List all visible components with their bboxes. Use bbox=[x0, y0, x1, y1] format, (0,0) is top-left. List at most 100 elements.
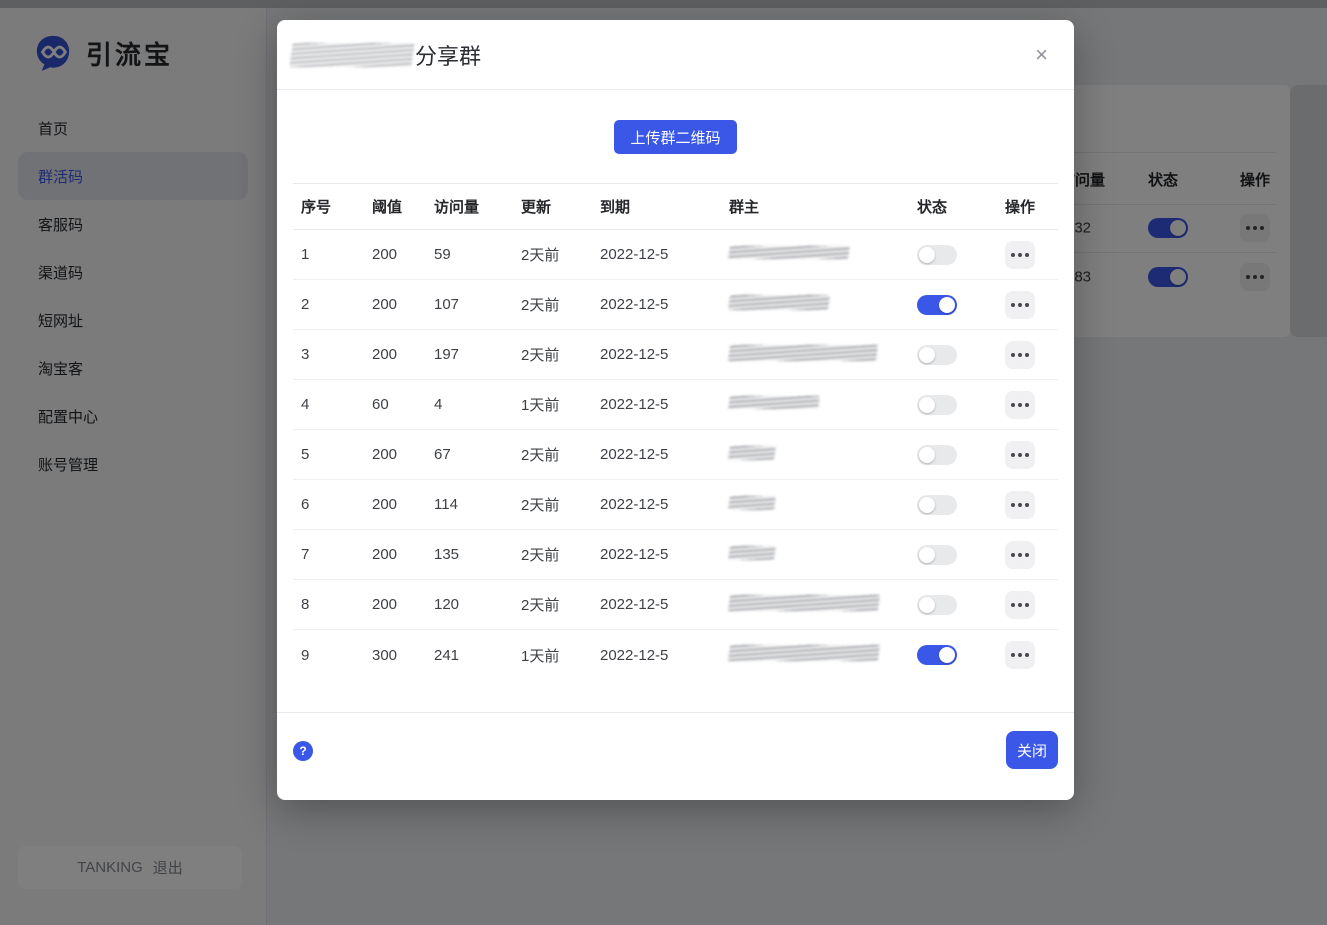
cell-visits: 241 bbox=[418, 647, 505, 664]
toggle-knob bbox=[939, 297, 955, 313]
column-header-7: 操作 bbox=[1005, 196, 1058, 217]
cell-status bbox=[917, 445, 1005, 465]
help-icon[interactable]: ? bbox=[293, 741, 313, 761]
status-toggle[interactable] bbox=[917, 595, 957, 615]
row-actions-button[interactable] bbox=[1005, 541, 1035, 569]
cell-threshold: 200 bbox=[356, 296, 418, 313]
column-header-1: 阈值 bbox=[356, 196, 418, 217]
cell-owner bbox=[713, 295, 917, 314]
dot bbox=[1018, 653, 1022, 657]
dot bbox=[1025, 453, 1029, 457]
cell-expires: 2022-12-5 bbox=[584, 647, 713, 664]
column-header-3: 更新 bbox=[505, 196, 584, 217]
status-toggle[interactable] bbox=[917, 645, 957, 665]
dot bbox=[1011, 503, 1015, 507]
cell-index: 2 bbox=[293, 296, 356, 313]
cell-actions bbox=[1005, 291, 1058, 319]
cell-visits: 67 bbox=[418, 446, 505, 463]
cell-visits: 114 bbox=[418, 496, 505, 513]
cell-status bbox=[917, 545, 1005, 565]
cell-expires: 2022-12-5 bbox=[584, 396, 713, 413]
table-row: 93002411天前2022-12-5 bbox=[293, 630, 1058, 680]
dot bbox=[1018, 503, 1022, 507]
cell-actions bbox=[1005, 391, 1058, 419]
row-actions-button[interactable] bbox=[1005, 491, 1035, 519]
cell-owner bbox=[713, 246, 917, 263]
dot bbox=[1011, 253, 1015, 257]
dot bbox=[1018, 403, 1022, 407]
modal-table-body: 1200592天前2022-12-522001072天前2022-12-5320… bbox=[293, 230, 1058, 680]
cell-visits: 135 bbox=[418, 546, 505, 563]
upload-qrcode-button[interactable]: 上传群二维码 bbox=[614, 120, 736, 154]
redacted-owner-name bbox=[728, 345, 878, 361]
table-row: 1200592天前2022-12-5 bbox=[293, 230, 1058, 280]
redacted-owner-name bbox=[728, 246, 850, 259]
status-toggle[interactable] bbox=[917, 295, 957, 315]
dot bbox=[1025, 253, 1029, 257]
cell-updated: 2天前 bbox=[505, 544, 584, 565]
row-actions-button[interactable] bbox=[1005, 341, 1035, 369]
cell-owner bbox=[713, 446, 917, 464]
dot bbox=[1018, 553, 1022, 557]
row-actions-button[interactable] bbox=[1005, 591, 1035, 619]
status-toggle[interactable] bbox=[917, 445, 957, 465]
cell-updated: 2天前 bbox=[505, 444, 584, 465]
toggle-knob bbox=[919, 247, 935, 263]
cell-expires: 2022-12-5 bbox=[584, 596, 713, 613]
cell-visits: 4 bbox=[418, 396, 505, 413]
cell-expires: 2022-12-5 bbox=[584, 246, 713, 263]
column-header-4: 到期 bbox=[584, 196, 713, 217]
cell-index: 3 bbox=[293, 346, 356, 363]
redacted-owner-name bbox=[728, 446, 776, 460]
status-toggle[interactable] bbox=[917, 395, 957, 415]
status-toggle[interactable] bbox=[917, 545, 957, 565]
status-toggle[interactable] bbox=[917, 495, 957, 515]
cell-status bbox=[917, 645, 1005, 665]
modal-table: 序号阈值访问量更新到期群主状态操作 1200592天前2022-12-52200… bbox=[293, 183, 1058, 680]
cell-status bbox=[917, 245, 1005, 265]
dot bbox=[1018, 303, 1022, 307]
cell-updated: 1天前 bbox=[505, 645, 584, 666]
cell-expires: 2022-12-5 bbox=[584, 446, 713, 463]
dot bbox=[1011, 453, 1015, 457]
dot bbox=[1011, 303, 1015, 307]
dot bbox=[1025, 653, 1029, 657]
cell-owner bbox=[713, 645, 917, 665]
cell-expires: 2022-12-5 bbox=[584, 546, 713, 563]
redacted-owner-name bbox=[728, 546, 776, 560]
status-toggle[interactable] bbox=[917, 345, 957, 365]
column-header-6: 状态 bbox=[917, 196, 1005, 217]
cell-index: 6 bbox=[293, 496, 356, 513]
row-actions-button[interactable] bbox=[1005, 641, 1035, 669]
cell-actions bbox=[1005, 541, 1058, 569]
row-actions-button[interactable] bbox=[1005, 441, 1035, 469]
cell-owner bbox=[713, 396, 917, 413]
close-button[interactable]: 关闭 bbox=[1006, 731, 1058, 769]
cell-actions bbox=[1005, 491, 1058, 519]
cell-expires: 2022-12-5 bbox=[584, 296, 713, 313]
toggle-knob bbox=[919, 497, 935, 513]
share-group-modal: 分享群 × 上传群二维码 序号阈值访问量更新到期群主状态操作 1200592天前… bbox=[277, 20, 1074, 800]
redacted-owner-name bbox=[728, 645, 880, 661]
toggle-knob bbox=[919, 597, 935, 613]
row-actions-button[interactable] bbox=[1005, 291, 1035, 319]
modal-title: 分享群 bbox=[291, 39, 481, 71]
close-icon[interactable]: × bbox=[1029, 42, 1054, 68]
row-actions-button[interactable] bbox=[1005, 391, 1035, 419]
cell-owner bbox=[713, 546, 917, 564]
column-header-0: 序号 bbox=[293, 196, 356, 217]
cell-index: 4 bbox=[293, 396, 356, 413]
cell-actions bbox=[1005, 341, 1058, 369]
cell-updated: 1天前 bbox=[505, 394, 584, 415]
cell-expires: 2022-12-5 bbox=[584, 496, 713, 513]
cell-updated: 2天前 bbox=[505, 594, 584, 615]
modal-title-suffix: 分享群 bbox=[415, 39, 481, 71]
modal-header: 分享群 × bbox=[277, 20, 1074, 90]
dot bbox=[1018, 353, 1022, 357]
redacted-owner-name bbox=[728, 595, 880, 611]
table-row: 46041天前2022-12-5 bbox=[293, 380, 1058, 430]
dot bbox=[1025, 503, 1029, 507]
status-toggle[interactable] bbox=[917, 245, 957, 265]
row-actions-button[interactable] bbox=[1005, 241, 1035, 269]
table-row: 62001142天前2022-12-5 bbox=[293, 480, 1058, 530]
